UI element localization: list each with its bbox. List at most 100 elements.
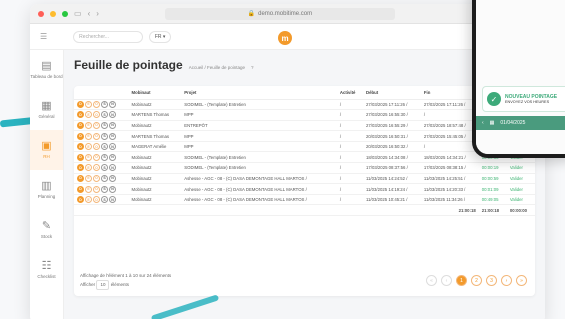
table-row[interactable]: D E O S N Mobinaut2 SODIMEL - (Template) Entre… (74, 99, 535, 111)
prev-page-button[interactable]: ‹ (441, 275, 452, 286)
row-action-4[interactable]: N (109, 185, 116, 193)
row-action-3[interactable]: S (101, 100, 108, 108)
table-row[interactable]: D E O S N Mobinaut2 SODIMEL - (Template) Entre… (74, 162, 535, 174)
row-action-2[interactable]: O (93, 111, 100, 119)
row-action-0[interactable]: D (77, 185, 84, 193)
cell-status[interactable]: Valider (506, 183, 535, 195)
row-action-3[interactable]: S (101, 132, 108, 140)
row-action-0[interactable]: D (77, 111, 84, 119)
row-action-1[interactable]: E (85, 153, 92, 161)
row-action-3[interactable]: S (101, 121, 108, 129)
menu-icon[interactable]: ☰ (40, 32, 47, 41)
page-button-3[interactable]: 3 (486, 275, 497, 286)
row-action-0[interactable]: D (77, 143, 84, 151)
row-action-4[interactable]: N (109, 121, 116, 129)
row-action-2[interactable]: O (93, 174, 100, 182)
sidebar-toggle-icon[interactable]: ▭ (74, 9, 82, 18)
row-action-2[interactable]: O (93, 143, 100, 151)
help-icon[interactable]: ? (251, 65, 254, 70)
sidebar-item-rh[interactable]: ▣ RH (30, 130, 63, 170)
maximize-window-icon[interactable] (62, 10, 68, 17)
cell-fin: 27/03/2025 15:45:05 / (420, 130, 479, 142)
row-action-3[interactable]: S (101, 185, 108, 193)
cell-status[interactable]: Valider (506, 173, 535, 185)
close-window-icon[interactable] (38, 10, 44, 17)
back-icon[interactable]: ‹ (88, 9, 91, 18)
row-action-3[interactable]: S (101, 153, 108, 161)
row-action-4[interactable]: N (109, 196, 116, 204)
table-row[interactable]: D E O S N Mobinaut2 Ashesse - AGC - 08 - (C) D… (74, 173, 535, 185)
row-action-1[interactable]: E (85, 196, 92, 204)
row-action-3[interactable]: S (101, 111, 108, 119)
table-row[interactable]: D E O S N MARTENS Thomas MPP/20/03/2025 16:50:… (74, 130, 535, 142)
browser-window: ▭ ‹ › 🔒 demo.mobitime.com ☰ Rechercher..… (30, 4, 545, 319)
col-mobinaut[interactable]: Mobinaut (128, 86, 182, 100)
url-bar[interactable]: 🔒 demo.mobitime.com (164, 7, 395, 20)
table-row[interactable]: D E O S N MARTENS Thomas MPP/27/03/2025 16:55:… (74, 109, 535, 121)
table-row[interactable]: D E O S N Mobinaut2 Ashesse - AGC - 08 - (C) D… (74, 183, 535, 195)
row-action-4[interactable]: N (109, 100, 116, 108)
col-debut[interactable]: Début (362, 86, 421, 100)
sidebar-item-stock[interactable]: ✎ Stock (30, 210, 63, 250)
sidebar-item-dashboard[interactable]: ▤ Tableau de bord (30, 50, 63, 90)
row-action-2[interactable]: O (93, 132, 100, 140)
row-action-2[interactable]: O (93, 185, 100, 193)
row-action-1[interactable]: E (85, 121, 92, 129)
sidebar-item-checklist[interactable]: ☷ Checklist (30, 250, 63, 290)
row-action-1[interactable]: E (85, 132, 92, 140)
col-projet[interactable]: Projet (181, 86, 337, 100)
table-row[interactable]: D E O S N MAGERAT Amélie MPP/20/03/2025 16:50:… (74, 141, 535, 153)
table-row[interactable]: D E O S N Mobinaut2 ENTREPÔT/27/03/2025 16:55:… (74, 120, 535, 132)
row-action-0[interactable]: D (77, 196, 84, 204)
sidebar-item-planning[interactable]: ▥ Planning (30, 170, 63, 210)
row-action-4[interactable]: N (109, 153, 116, 161)
per-page-select[interactable]: 10 (96, 280, 110, 290)
col-activite[interactable]: Activité (336, 86, 363, 100)
row-action-2[interactable]: O (93, 121, 100, 129)
minimize-window-icon[interactable] (50, 10, 56, 17)
last-page-button[interactable]: » (516, 275, 527, 286)
notification-card[interactable]: ✓ NOUVEAU POINTAGE ENVOYEZ VOS HEURES (482, 86, 565, 112)
first-page-button[interactable]: « (426, 275, 437, 286)
row-action-1[interactable]: E (85, 185, 92, 193)
row-action-1[interactable]: E (85, 100, 92, 108)
row-action-1[interactable]: E (85, 143, 92, 151)
row-action-0[interactable]: D (77, 164, 84, 172)
page-button-1[interactable]: 1 (456, 275, 467, 286)
row-action-4[interactable]: N (109, 111, 116, 119)
row-action-4[interactable]: N (109, 143, 116, 151)
row-action-1[interactable]: E (85, 174, 92, 182)
forward-icon[interactable]: › (96, 9, 99, 18)
search-input[interactable]: Rechercher... (73, 30, 144, 43)
sidebar-item-general[interactable]: ▦ Général (30, 90, 63, 130)
col-fin[interactable]: Fin (420, 86, 479, 100)
cell-status[interactable]: Valider (506, 194, 535, 206)
row-action-3[interactable]: S (101, 164, 108, 172)
table-row[interactable]: D E O S N Mobinaut2 Ashesse - AGC - 08 - (C) D… (74, 194, 535, 206)
next-page-button[interactable]: › (501, 275, 512, 286)
row-action-2[interactable]: O (93, 164, 100, 172)
row-action-3[interactable]: S (101, 196, 108, 204)
row-action-2[interactable]: O (93, 153, 100, 161)
cell-status[interactable]: Valider (506, 162, 535, 174)
row-action-0[interactable]: D (77, 174, 84, 182)
chevron-left-icon[interactable]: ‹ (482, 120, 484, 126)
table-row[interactable]: D E O S N Mobinaut2 SODIMEL - (Template) Entre… (74, 151, 535, 164)
row-action-4[interactable]: N (109, 132, 116, 140)
row-action-0[interactable]: D (77, 153, 84, 161)
row-action-2[interactable]: O (93, 196, 100, 204)
row-action-0[interactable]: D (77, 121, 84, 129)
row-action-3[interactable]: S (101, 174, 108, 182)
page-button-2[interactable]: 2 (471, 275, 482, 286)
sidebar-item-label: Planning (37, 194, 56, 199)
language-select[interactable]: FR ▾ (149, 30, 172, 43)
row-action-1[interactable]: E (85, 164, 92, 172)
row-action-4[interactable]: N (109, 174, 116, 182)
row-action-0[interactable]: D (77, 132, 84, 140)
row-action-3[interactable]: S (101, 143, 108, 151)
row-action-2[interactable]: O (93, 100, 100, 108)
row-action-1[interactable]: E (85, 111, 92, 119)
row-action-0[interactable]: D (77, 100, 84, 108)
breadcrumb[interactable]: Accueil / Feuille de pointage (189, 65, 245, 70)
row-action-4[interactable]: N (109, 164, 116, 172)
